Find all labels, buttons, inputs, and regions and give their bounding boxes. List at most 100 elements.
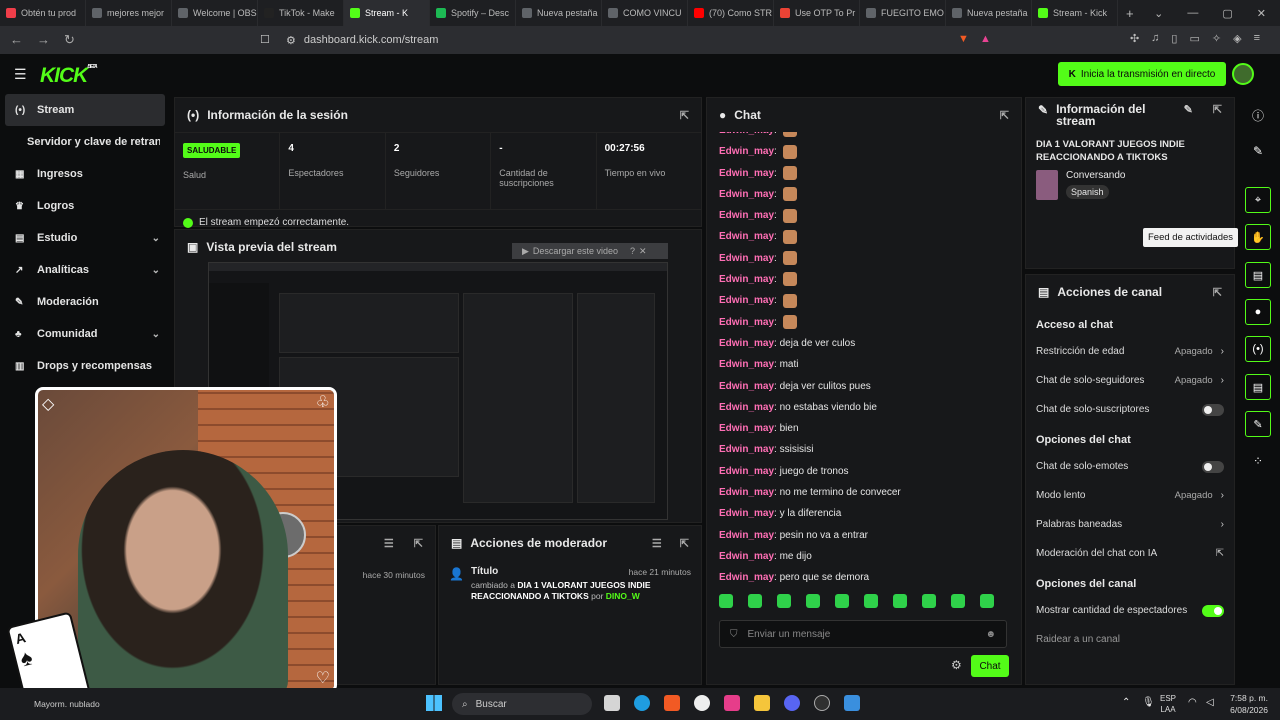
chat-username[interactable]: Edwin_may xyxy=(719,381,774,392)
browser-tab[interactable]: Nueva pestaña xyxy=(516,0,602,26)
clock[interactable]: 7:58 p. m. 6/08/2026 xyxy=(1230,692,1268,716)
emote-icon[interactable] xyxy=(922,594,936,608)
chat-username[interactable]: Edwin_may xyxy=(719,295,774,306)
chat-username[interactable]: Edwin_may xyxy=(719,146,774,157)
extensions-icon[interactable]: ✣ xyxy=(1130,32,1139,45)
reload-icon[interactable]: ↻ xyxy=(64,32,75,48)
minimize-icon[interactable]: — xyxy=(1187,7,1198,20)
popout-icon[interactable]: ⇱ xyxy=(1213,286,1222,299)
chat-username[interactable]: Edwin_may xyxy=(719,551,774,562)
emote-icon[interactable] xyxy=(806,594,820,608)
kick-logo[interactable]: KICKBETA xyxy=(40,64,98,88)
add-widget-icon[interactable]: ⁘ xyxy=(1245,448,1271,474)
emote-icon[interactable] xyxy=(835,594,849,608)
popout-icon[interactable]: ⇱ xyxy=(1213,103,1222,116)
windows-start-icon[interactable] xyxy=(426,695,442,711)
edit-icon[interactable]: ✎ xyxy=(1245,138,1271,164)
mod-action-user[interactable]: DINO_W xyxy=(606,591,640,601)
wrench-icon[interactable]: ✎ xyxy=(1245,411,1271,437)
emote-icon[interactable] xyxy=(893,594,907,608)
chat-username[interactable]: Edwin_may xyxy=(719,359,774,370)
close-icon[interactable]: ✕ xyxy=(639,246,647,257)
hand-icon[interactable]: ✋ xyxy=(1245,224,1271,250)
chevron-up-icon[interactable]: ⌃ xyxy=(1122,697,1130,708)
emote-icon[interactable] xyxy=(719,594,733,608)
download-video-bar[interactable]: ▶ Descargar este video ? ✕ xyxy=(512,243,668,259)
taskbar-search[interactable]: ⌕ Buscar xyxy=(452,693,592,715)
back-icon[interactable]: ← xyxy=(10,32,23,48)
chatgpt-icon[interactable] xyxy=(694,695,710,711)
sidebar-item[interactable]: ▥ Drops y recompensas xyxy=(0,350,170,382)
brave-shield-icon[interactable]: ▼ xyxy=(958,33,969,45)
sidebar-item[interactable]: ▦ Ingresos xyxy=(0,158,170,190)
browser-tab[interactable]: Nueva pestaña xyxy=(946,0,1032,26)
explorer-icon[interactable] xyxy=(754,695,770,711)
sidebar-item[interactable]: ✎ Moderación xyxy=(0,286,170,318)
avatar[interactable] xyxy=(1232,63,1254,85)
chat-bubble-icon[interactable]: ● xyxy=(1245,299,1271,325)
music-icon[interactable]: ♫ xyxy=(1151,32,1159,45)
app-icon[interactable] xyxy=(844,695,860,711)
popout-icon[interactable]: ⇱ xyxy=(1000,109,1009,122)
chat-username[interactable]: Edwin_may xyxy=(719,530,774,541)
emote-icon[interactable] xyxy=(980,594,994,608)
browser-tab[interactable]: Spotify – Desc xyxy=(430,0,516,26)
browser-tab[interactable]: Use OTP To Pr xyxy=(774,0,860,26)
browser-tab[interactable]: (70) Como STR xyxy=(688,0,774,26)
language-indicator[interactable]: ESP LAA xyxy=(1160,693,1176,715)
chat-username[interactable]: Edwin_may xyxy=(719,189,774,200)
browser-tab[interactable]: Stream - K xyxy=(344,0,430,26)
chat-username[interactable]: Edwin_may xyxy=(719,423,774,434)
chat-username[interactable]: Edwin_may xyxy=(719,253,774,264)
category-name[interactable]: Conversando xyxy=(1066,170,1125,181)
filter-icon[interactable]: ☰ xyxy=(652,537,662,550)
filter-icon[interactable]: ☰ xyxy=(384,537,394,550)
hamburger-icon[interactable]: ☰ xyxy=(14,66,27,83)
emote-icon[interactable] xyxy=(951,594,965,608)
chat-username[interactable]: Edwin_may xyxy=(719,274,774,285)
edit-icon[interactable]: ✎ xyxy=(1184,103,1193,116)
sidebar-item[interactable]: (•) Stream xyxy=(5,94,165,126)
sidebar-item[interactable]: ↗ Analíticas ⌄ xyxy=(0,254,170,286)
chat-username[interactable]: Edwin_may xyxy=(719,317,774,328)
slow-mode-row[interactable]: Modo lento Apagado › xyxy=(1026,481,1234,510)
wifi-icon[interactable]: ◠ xyxy=(1188,697,1197,708)
raid-row[interactable]: Raidear a un canal xyxy=(1026,625,1234,654)
sidebar-item[interactable]: ♣ Comunidad ⌄ xyxy=(0,318,170,350)
mic-icon[interactable]: 🎙 xyxy=(1142,697,1155,708)
sidebar-item[interactable]: ♛ Logros xyxy=(0,190,170,222)
url-field[interactable]: ⚙ dashboard.kick.com/stream xyxy=(280,30,970,50)
sidebar-item[interactable]: Servidor y clave de retransmisión xyxy=(0,126,170,158)
browser-tab[interactable]: mejores mejor xyxy=(86,0,172,26)
photos-icon[interactable] xyxy=(724,695,740,711)
chat-username[interactable]: Edwin_may xyxy=(719,338,774,349)
browser-tab[interactable]: Obtén tu prod xyxy=(0,0,86,26)
browser-tab[interactable]: Welcome | OBS xyxy=(172,0,258,26)
document-icon[interactable]: ▤ xyxy=(1245,262,1271,288)
maximize-icon[interactable]: ▢ xyxy=(1222,7,1232,20)
rewards-icon[interactable]: ▲ xyxy=(980,33,991,45)
emoji-icon[interactable]: ☻ xyxy=(985,629,996,640)
sidebar-item[interactable]: ▤ Estudio ⌄ xyxy=(0,222,170,254)
file-icon[interactable] xyxy=(604,695,620,711)
chat-username[interactable]: Edwin_may xyxy=(719,168,774,179)
chat-username[interactable]: Edwin_may xyxy=(719,466,774,477)
help-icon[interactable]: ? xyxy=(630,246,635,256)
banned-words-row[interactable]: Palabras baneadas › xyxy=(1026,510,1234,539)
forward-icon[interactable]: → xyxy=(37,32,50,48)
crop-icon[interactable]: ⌖ xyxy=(1245,187,1271,213)
followers-only-row[interactable]: Chat de solo-seguidores Apagado › xyxy=(1026,366,1234,395)
broadcast-icon[interactable]: (•) xyxy=(1245,336,1271,362)
gear-icon[interactable]: ⚙ xyxy=(951,658,962,672)
chevron-down-icon[interactable]: ⌄ xyxy=(1154,7,1163,20)
menu-icon[interactable]: ≡ xyxy=(1254,32,1260,45)
close-icon[interactable]: ✕ xyxy=(1257,7,1266,20)
chat-username[interactable]: Edwin_may xyxy=(719,508,774,519)
info-icon[interactable]: ⓘ xyxy=(1245,102,1271,128)
brave-icon[interactable] xyxy=(664,695,680,711)
go-live-button[interactable]: K Inicia la transmisión en directo xyxy=(1058,62,1226,86)
chat-username[interactable]: Edwin_may xyxy=(719,572,774,583)
wallet-icon[interactable]: ▭ xyxy=(1189,32,1199,45)
chat-username[interactable]: Edwin_may xyxy=(719,402,774,413)
obs-icon[interactable] xyxy=(814,695,830,711)
